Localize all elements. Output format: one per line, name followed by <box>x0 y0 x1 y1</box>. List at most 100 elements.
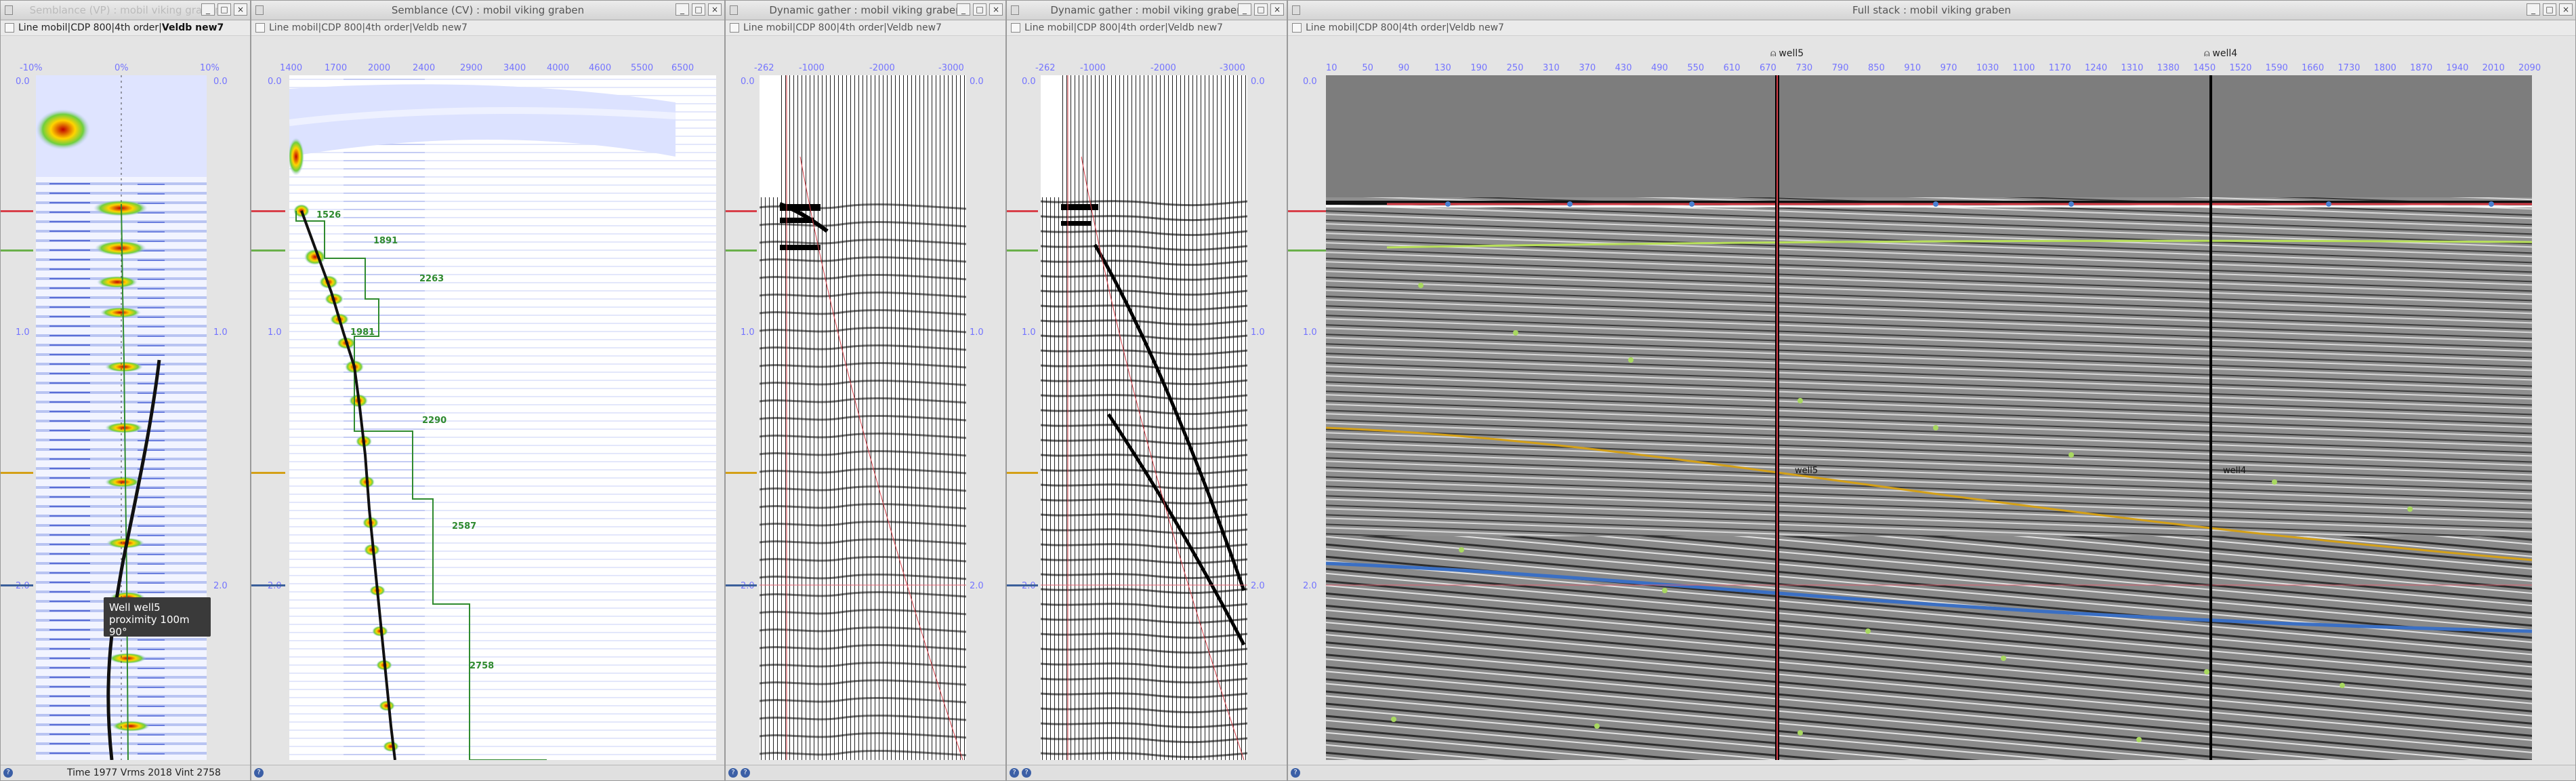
x-tick: 1450 <box>2193 63 2216 73</box>
close-button[interactable]: × <box>2559 3 2573 16</box>
x-tick: -3000 <box>938 63 964 73</box>
maximize-button[interactable]: □ <box>973 3 986 16</box>
horizon-marker-blue <box>1 584 33 586</box>
interval-velocity-label: 1526 <box>316 210 341 220</box>
minimize-button[interactable]: _ <box>957 3 970 16</box>
y-tick: 0.0 <box>268 77 282 87</box>
x-tick: 2090 <box>2518 63 2541 73</box>
y-tick: 1.0 <box>268 327 282 338</box>
x-tick: -1000 <box>799 63 825 73</box>
play-icon[interactable] <box>730 23 739 33</box>
x-tick: 430 <box>1615 63 1632 73</box>
maximize-button[interactable]: □ <box>217 3 231 16</box>
well5-section-label: well5 <box>1795 466 1819 476</box>
gather-traces-panel[interactable] <box>760 75 966 760</box>
x-tick: 670 <box>1760 63 1777 73</box>
interval-velocity-label: 2290 <box>422 416 447 426</box>
semblance-peak <box>95 241 146 256</box>
well5-marker[interactable]: ⍝ well5 <box>1770 48 1804 59</box>
horizon-marker-green <box>1288 249 1326 252</box>
maximize-button[interactable]: □ <box>692 3 705 16</box>
play-icon[interactable] <box>1292 23 1302 33</box>
x-tick: 1100 <box>2012 63 2035 73</box>
y-tick: 1.0 <box>213 327 228 338</box>
semblance-vp-window: Semblance (VP) : mobil viking graben _ □… <box>0 0 251 781</box>
help-icon[interactable]: ? <box>3 768 13 778</box>
window-menu-icon[interactable] <box>255 5 264 15</box>
help-icon[interactable]: ? <box>1291 768 1300 778</box>
semblance-peak <box>97 276 138 288</box>
close-button[interactable]: × <box>1270 3 1284 16</box>
x-tick: 1520 <box>2229 63 2252 73</box>
full-stack-section[interactable] <box>1326 75 2532 760</box>
window-menu-icon[interactable] <box>730 5 738 15</box>
gather-icon[interactable] <box>5 23 14 33</box>
title-bar[interactable]: Dynamic gather : mobil viking graben _ □… <box>1007 1 1287 20</box>
x-tick: -1000 <box>1080 63 1106 73</box>
minimize-button[interactable]: _ <box>2527 3 2540 16</box>
window-menu-icon[interactable] <box>1292 5 1300 15</box>
window-menu-icon[interactable] <box>5 5 13 15</box>
y-tick: 0.0 <box>1022 77 1036 87</box>
minimize-button[interactable]: _ <box>201 3 215 16</box>
interval-velocity-label: 2587 <box>452 521 477 532</box>
toolbar: Line mobil|CDP 800|4th order|Veldb new7 <box>726 20 1005 36</box>
status-bar: ? Time 1977 Vrms 2018 Vint 2758 <box>1 765 250 780</box>
title-bar[interactable]: Semblance (VP) : mobil viking graben _ □… <box>1 1 250 20</box>
semblance-peak <box>105 477 140 487</box>
y-tick: 1.0 <box>741 327 755 338</box>
toolbar-path: Line mobil|CDP 800|4th order| <box>18 22 162 33</box>
dynamic-gather-window-1: Dynamic gather : mobil viking graben _ □… <box>725 0 1006 781</box>
close-button[interactable]: × <box>708 3 722 16</box>
help-icon[interactable]: ? <box>728 768 738 778</box>
interval-velocity-label: 1981 <box>350 327 375 338</box>
x-tick: 2900 <box>460 63 483 73</box>
toolbar-active-velocity[interactable]: Veldb new7 <box>162 22 224 33</box>
well-label: well5 <box>1779 48 1804 59</box>
title-bar[interactable]: Dynamic gather : mobil viking graben _ □… <box>726 1 1005 20</box>
y-tick: 1.0 <box>1022 327 1036 338</box>
horizon-marker-green <box>726 249 757 252</box>
close-button[interactable]: × <box>234 3 247 16</box>
status-text: Time 1977 Vrms 2018 Vint 2758 <box>67 767 221 778</box>
help-icon[interactable]: ? <box>1010 768 1019 778</box>
minimize-button[interactable]: _ <box>1238 3 1251 16</box>
x-tick: 1400 <box>280 63 303 73</box>
y-tick: 2.0 <box>213 581 228 591</box>
title-bar[interactable]: Semblance (CV) : mobil viking graben _ □… <box>251 1 724 20</box>
gather-traces-panel[interactable] <box>1041 75 1247 760</box>
help-icon[interactable]: ? <box>741 768 750 778</box>
x-tick: 790 <box>1831 63 1849 73</box>
maximize-button[interactable]: □ <box>1254 3 1268 16</box>
x-tick: 2400 <box>413 63 436 73</box>
toolbar-path: Line mobil|CDP 800|4th order|Veldb new7 <box>743 22 942 33</box>
minimize-button[interactable]: _ <box>676 3 689 16</box>
x-tick: 1800 <box>2373 63 2396 73</box>
well-icon: ⍝ <box>2204 48 2210 59</box>
help-icon[interactable]: ? <box>254 768 264 778</box>
x-tick: -262 <box>754 63 774 73</box>
x-tick: 1590 <box>2265 63 2288 73</box>
horizon-marker-blue <box>726 584 757 586</box>
tooltip-well-name: Well well5 <box>109 601 161 614</box>
close-button[interactable]: × <box>989 3 1003 16</box>
gather-icon[interactable] <box>255 23 265 33</box>
full-stack-window: Full stack : mobil viking graben _ □ × L… <box>1287 0 2576 781</box>
x-axis-ticks: 10 50 90 130 190 250 310 370 430 490 550 610 670 730 7… <box>1326 63 2541 74</box>
horizon-marker-blue <box>1007 584 1038 586</box>
play-icon[interactable] <box>1011 23 1020 33</box>
interval-velocity-label: 1891 <box>373 236 398 246</box>
semblance-peak <box>100 307 141 318</box>
title-bar[interactable]: Full stack : mobil viking graben _ □ × <box>1288 1 2575 20</box>
semblance-vp-panel[interactable] <box>36 75 207 760</box>
well4-marker[interactable]: ⍝ well4 <box>2204 48 2237 59</box>
window-menu-icon[interactable] <box>1011 5 1019 15</box>
status-bar: ? <box>251 765 724 780</box>
help-icon[interactable]: ? <box>1022 768 1031 778</box>
semblance-cv-panel[interactable] <box>289 75 716 760</box>
x-tick: 310 <box>1543 63 1560 73</box>
x-tick: -2000 <box>869 63 895 73</box>
x-tick: 1700 <box>325 63 348 73</box>
tooltip-proximity: proximity 100m 90° <box>109 614 190 638</box>
maximize-button[interactable]: □ <box>2543 3 2556 16</box>
